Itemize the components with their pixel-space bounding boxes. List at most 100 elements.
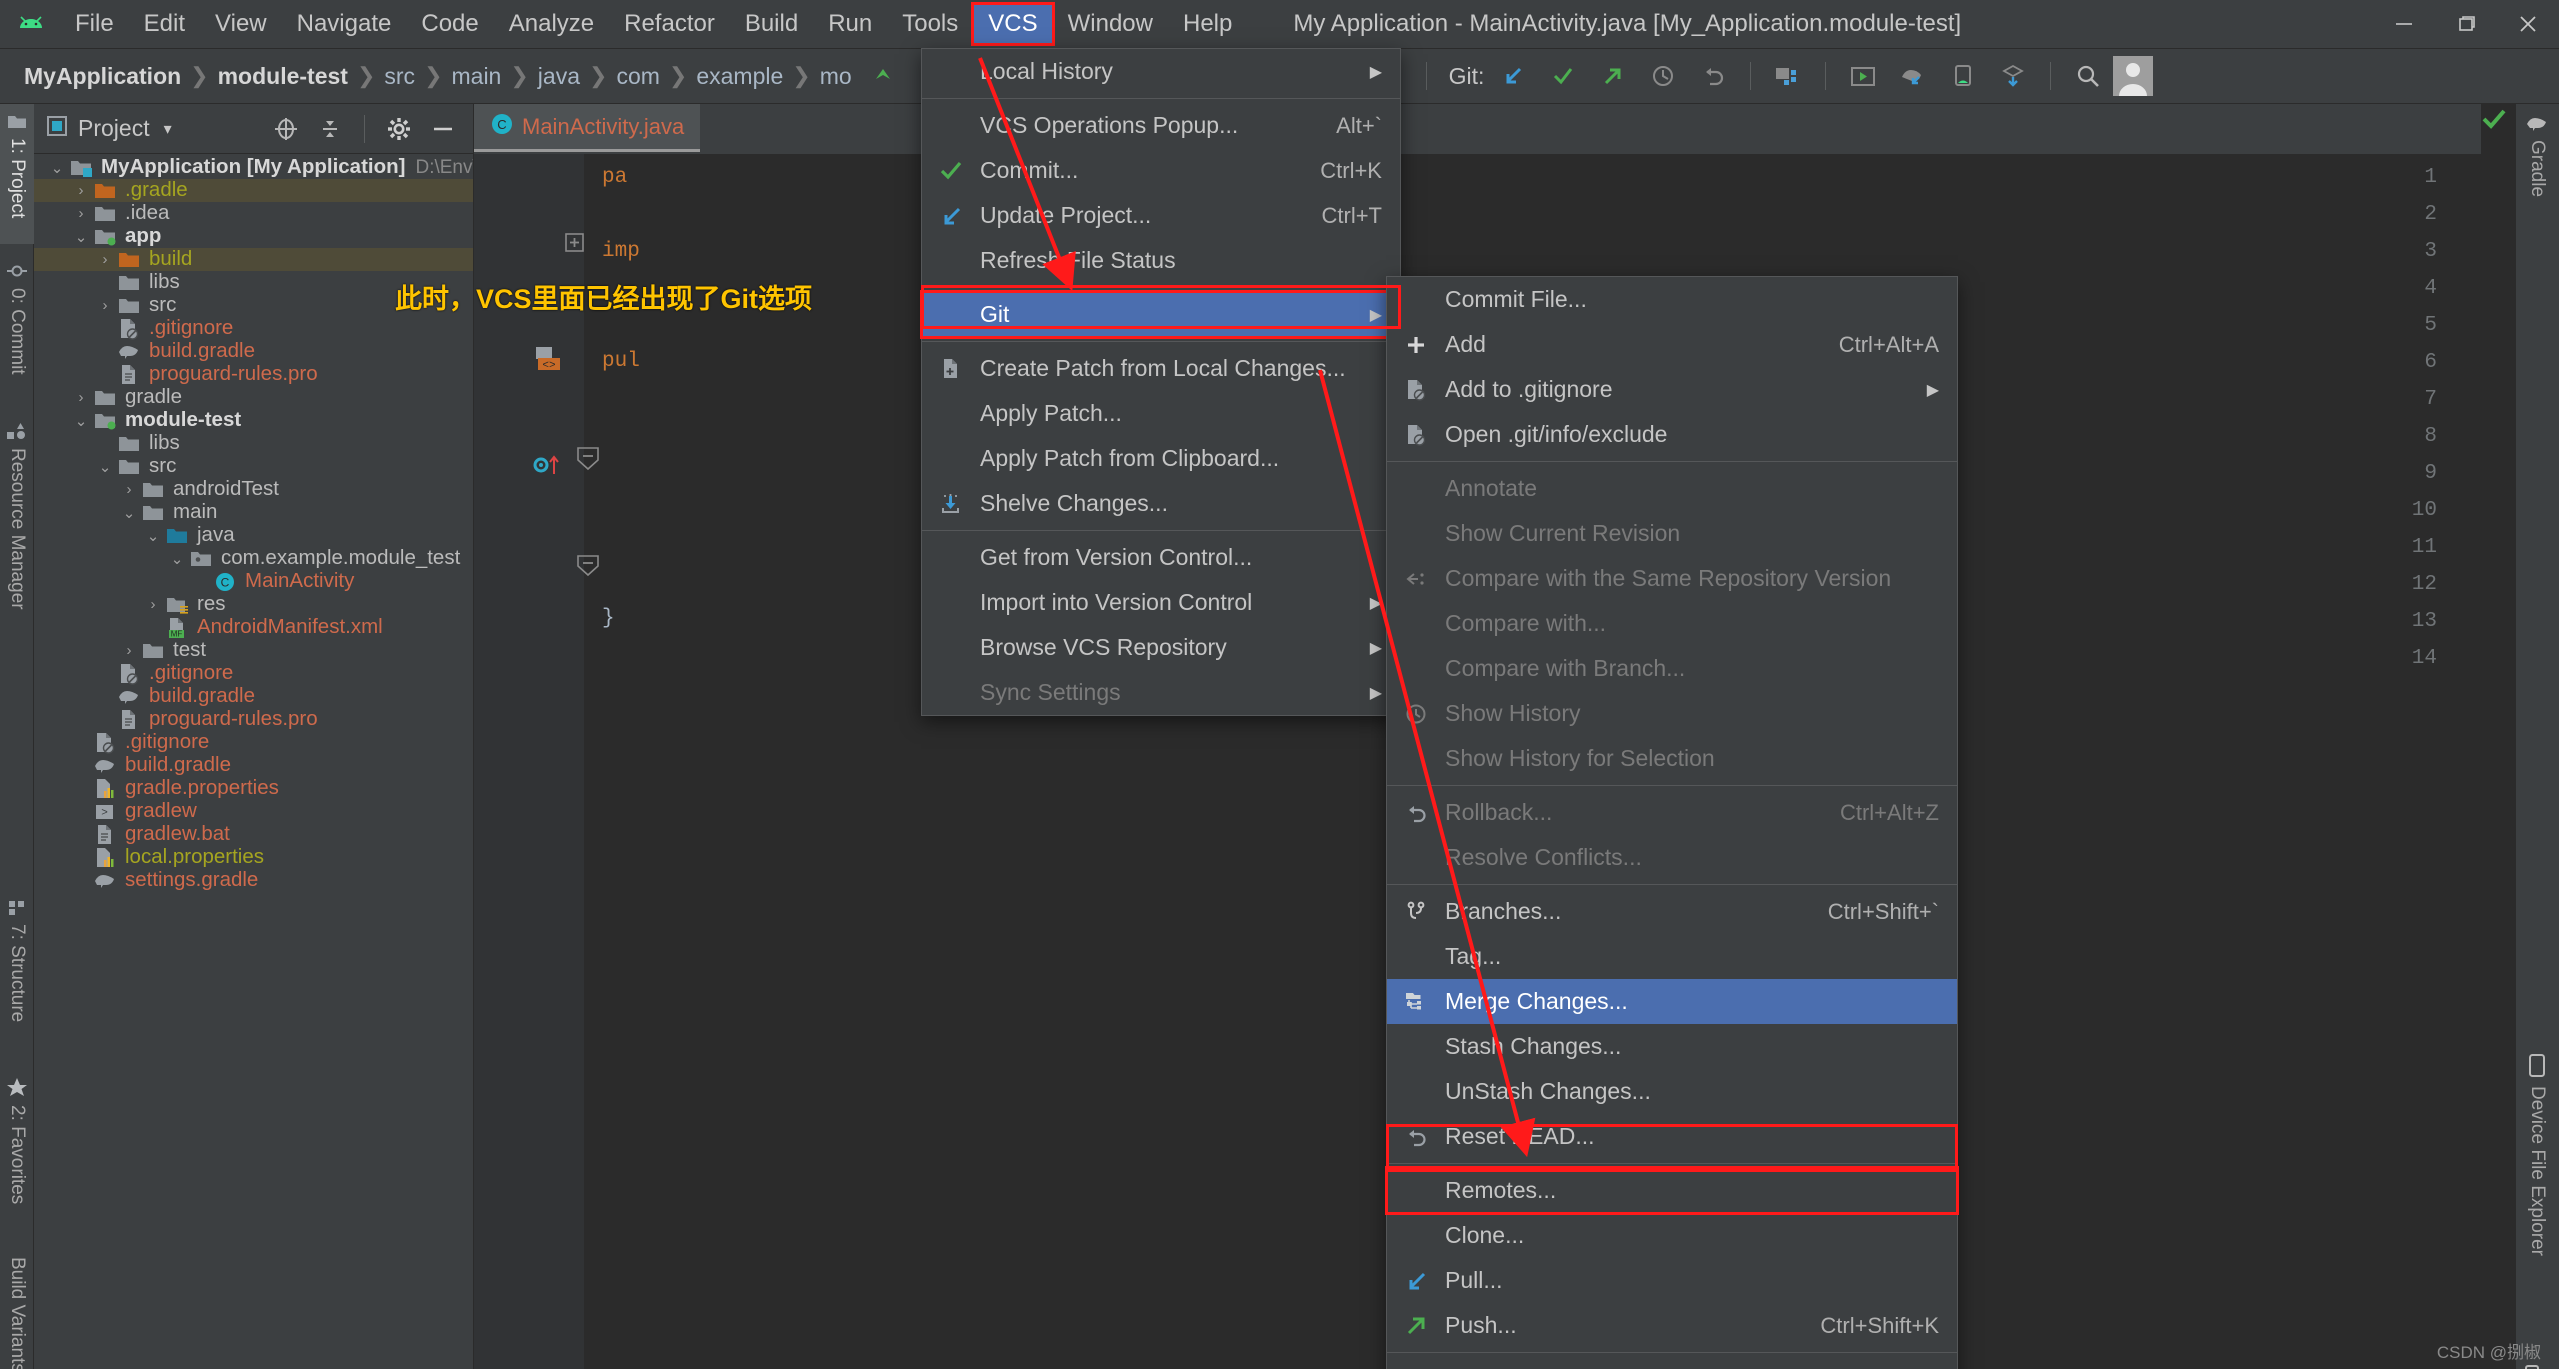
menu-item-rebase[interactable]: Rebase... <box>1387 1357 1957 1369</box>
tree-node-src[interactable]: ⌄ src <box>34 455 473 478</box>
tree-node-build-gradle[interactable]: build.gradle <box>34 685 473 708</box>
sidebar-item-resource-manager[interactable]: Resource Manager <box>0 414 34 654</box>
chevron-down-icon[interactable]: ⌄ <box>94 458 116 476</box>
menu-navigate[interactable]: Navigate <box>282 4 407 44</box>
menu-item-commit-file[interactable]: Commit File... <box>1387 277 1957 322</box>
breadcrumb-item-0[interactable]: MyApplication <box>18 63 187 90</box>
sdk-manager-icon[interactable] <box>1888 48 1938 104</box>
menu-build[interactable]: Build <box>730 4 813 44</box>
menu-item-git[interactable]: Git ▶ <box>920 290 1402 339</box>
menu-window[interactable]: Window <box>1053 4 1168 44</box>
tree-node--gitignore[interactable]: .gitignore <box>34 662 473 685</box>
profile-avatar[interactable] <box>2113 56 2154 96</box>
tree-node-local-properties[interactable]: local.properties <box>34 846 473 869</box>
menu-code[interactable]: Code <box>406 4 493 44</box>
menu-item-add-to-gitignore[interactable]: Add to .gitignore ▶ <box>1387 367 1957 412</box>
sidebar-item-device-file-explorer[interactable]: Device File Explorer <box>2515 1044 2559 1334</box>
tree-node-build-gradle[interactable]: build.gradle <box>34 754 473 777</box>
tree-node-settings-gradle[interactable]: settings.gradle <box>34 869 473 892</box>
sidebar-item-favorites[interactable]: 2: Favorites <box>0 1069 34 1239</box>
tree-node-main[interactable]: ⌄ main <box>34 501 473 524</box>
menu-item-open-git-info-exclude[interactable]: Open .git/info/exclude <box>1387 412 1957 457</box>
tree-node-build-gradle[interactable]: build.gradle <box>34 340 473 363</box>
sidebar-item-commit[interactable]: 0: Commit <box>0 254 34 404</box>
vcs-dropdown-menu[interactable]: Local History ▶ VCS Operations Popup... Alt… <box>920 48 1402 716</box>
close-button[interactable] <box>2497 0 2559 48</box>
chevron-down-icon[interactable]: ⌄ <box>46 159 68 177</box>
git-submenu[interactable]: Commit File... Add Ctrl+Alt+A Add to .gitig… <box>1385 276 1959 1369</box>
tree-node-myapplication-my-application-[interactable]: ⌄ MyApplication [My Application] D:\Env\An… <box>34 156 473 179</box>
menu-item-browse-vcs-repository[interactable]: Browse VCS Repository ▶ <box>922 625 1400 670</box>
menu-item-pull[interactable]: Pull... <box>1387 1258 1957 1303</box>
minimize-button[interactable] <box>2373 0 2435 48</box>
menu-item-import-into-version-control[interactable]: Import into Version Control ▶ <box>922 580 1400 625</box>
menu-tools[interactable]: Tools <box>887 4 973 44</box>
menu-item-branches[interactable]: Branches... Ctrl+Shift+` <box>1387 889 1957 934</box>
chevron-down-icon[interactable]: ⌄ <box>166 550 188 568</box>
expand-import-icon[interactable] <box>564 232 586 259</box>
tree-node--gitignore[interactable]: .gitignore <box>34 317 473 340</box>
menu-analyze[interactable]: Analyze <box>494 4 609 44</box>
chevron-right-icon[interactable]: › <box>94 251 116 268</box>
tree-node-proguard-rules-pro[interactable]: proguard-rules.pro <box>34 708 473 731</box>
gear-icon[interactable] <box>377 107 421 151</box>
collapse-all-icon[interactable] <box>308 107 352 151</box>
chevron-right-icon[interactable]: › <box>118 481 140 498</box>
menu-item-local-history[interactable]: Local History ▶ <box>922 49 1400 94</box>
breadcrumb-item-5[interactable]: com <box>610 63 665 90</box>
chevron-right-icon[interactable]: › <box>142 596 164 613</box>
breadcrumb-item-1[interactable]: module-test <box>212 63 354 90</box>
menu-item-vcs-operations-popup[interactable]: VCS Operations Popup... Alt+` <box>922 103 1400 148</box>
menu-item-unstash-changes[interactable]: UnStash Changes... <box>1387 1069 1957 1114</box>
menu-item-create-patch-from-local-changes[interactable]: Create Patch from Local Changes... <box>922 346 1400 391</box>
fold-region-icon[interactable] <box>576 446 600 477</box>
chevron-right-icon[interactable]: › <box>70 389 92 406</box>
project-structure-icon[interactable] <box>1763 48 1813 104</box>
menu-item-clone[interactable]: Clone... <box>1387 1213 1957 1258</box>
editor-gutter[interactable] <box>474 154 584 1369</box>
tree-node-androidtest[interactable]: › androidTest <box>34 478 473 501</box>
menu-item-commit[interactable]: Commit... Ctrl+K <box>922 148 1400 193</box>
menu-item-add[interactable]: Add Ctrl+Alt+A <box>1387 322 1957 367</box>
update-project-icon[interactable] <box>1488 48 1538 104</box>
tree-node-app[interactable]: ⌄ app <box>34 225 473 248</box>
chevron-right-icon[interactable]: › <box>70 205 92 222</box>
menu-edit[interactable]: Edit <box>129 4 200 44</box>
tree-node-gradle-properties[interactable]: gradle.properties <box>34 777 473 800</box>
editor-fold-bar[interactable] <box>584 154 610 1369</box>
chevron-down-icon[interactable]: ⌄ <box>118 504 140 522</box>
menu-run[interactable]: Run <box>813 4 887 44</box>
avd-manager-icon[interactable] <box>1838 48 1888 104</box>
breadcrumb-item-4[interactable]: java <box>532 63 586 90</box>
sidebar-item-project[interactable]: 1: Project <box>0 104 34 244</box>
push-icon[interactable] <box>1588 48 1638 104</box>
menu-file[interactable]: File <box>60 4 129 44</box>
breadcrumb-item-3[interactable]: main <box>446 63 508 90</box>
tree-node-com-example-module-test[interactable]: ⌄ com.example.module_test <box>34 547 473 570</box>
tree-node-proguard-rules-pro[interactable]: proguard-rules.pro <box>34 363 473 386</box>
chevron-right-icon[interactable]: › <box>70 182 92 199</box>
breadcrumb-item-7[interactable]: mo <box>814 63 858 90</box>
tree-node--idea[interactable]: › .idea <box>34 202 473 225</box>
menu-refactor[interactable]: Refactor <box>609 4 730 44</box>
breadcrumb-item-6[interactable]: example <box>690 63 789 90</box>
fold-region-end-icon[interactable] <box>576 554 600 583</box>
tree-node-libs[interactable]: libs <box>34 432 473 455</box>
tree-node-gradle[interactable]: › gradle <box>34 386 473 409</box>
chevron-down-icon[interactable]: ⌄ <box>142 527 164 545</box>
tree-node-gradlew-bat[interactable]: gradlew.bat <box>34 823 473 846</box>
menu-item-apply-patch[interactable]: Apply Patch... <box>922 391 1400 436</box>
menu-item-stash-changes[interactable]: Stash Changes... <box>1387 1024 1957 1069</box>
breadcrumb-item-2[interactable]: src <box>378 63 421 90</box>
chevron-down-icon[interactable]: ⌄ <box>70 412 92 430</box>
menu-item-tag[interactable]: Tag... <box>1387 934 1957 979</box>
menu-item-update-project[interactable]: Update Project... Ctrl+T <box>922 193 1400 238</box>
history-icon[interactable] <box>1638 48 1688 104</box>
class-gutter-icon[interactable]: <> <box>534 346 564 377</box>
tree-node-java[interactable]: ⌄ java <box>34 524 473 547</box>
chevron-down-icon[interactable]: ▾ <box>164 119 172 139</box>
menu-help[interactable]: Help <box>1168 4 1247 44</box>
menu-vcs[interactable]: VCS <box>971 2 1055 46</box>
project-tree[interactable]: ⌄ MyApplication [My Application] D:\Env\An… <box>34 154 473 1369</box>
menu-item-apply-patch-from-clipboard[interactable]: Apply Patch from Clipboard... <box>922 436 1400 481</box>
